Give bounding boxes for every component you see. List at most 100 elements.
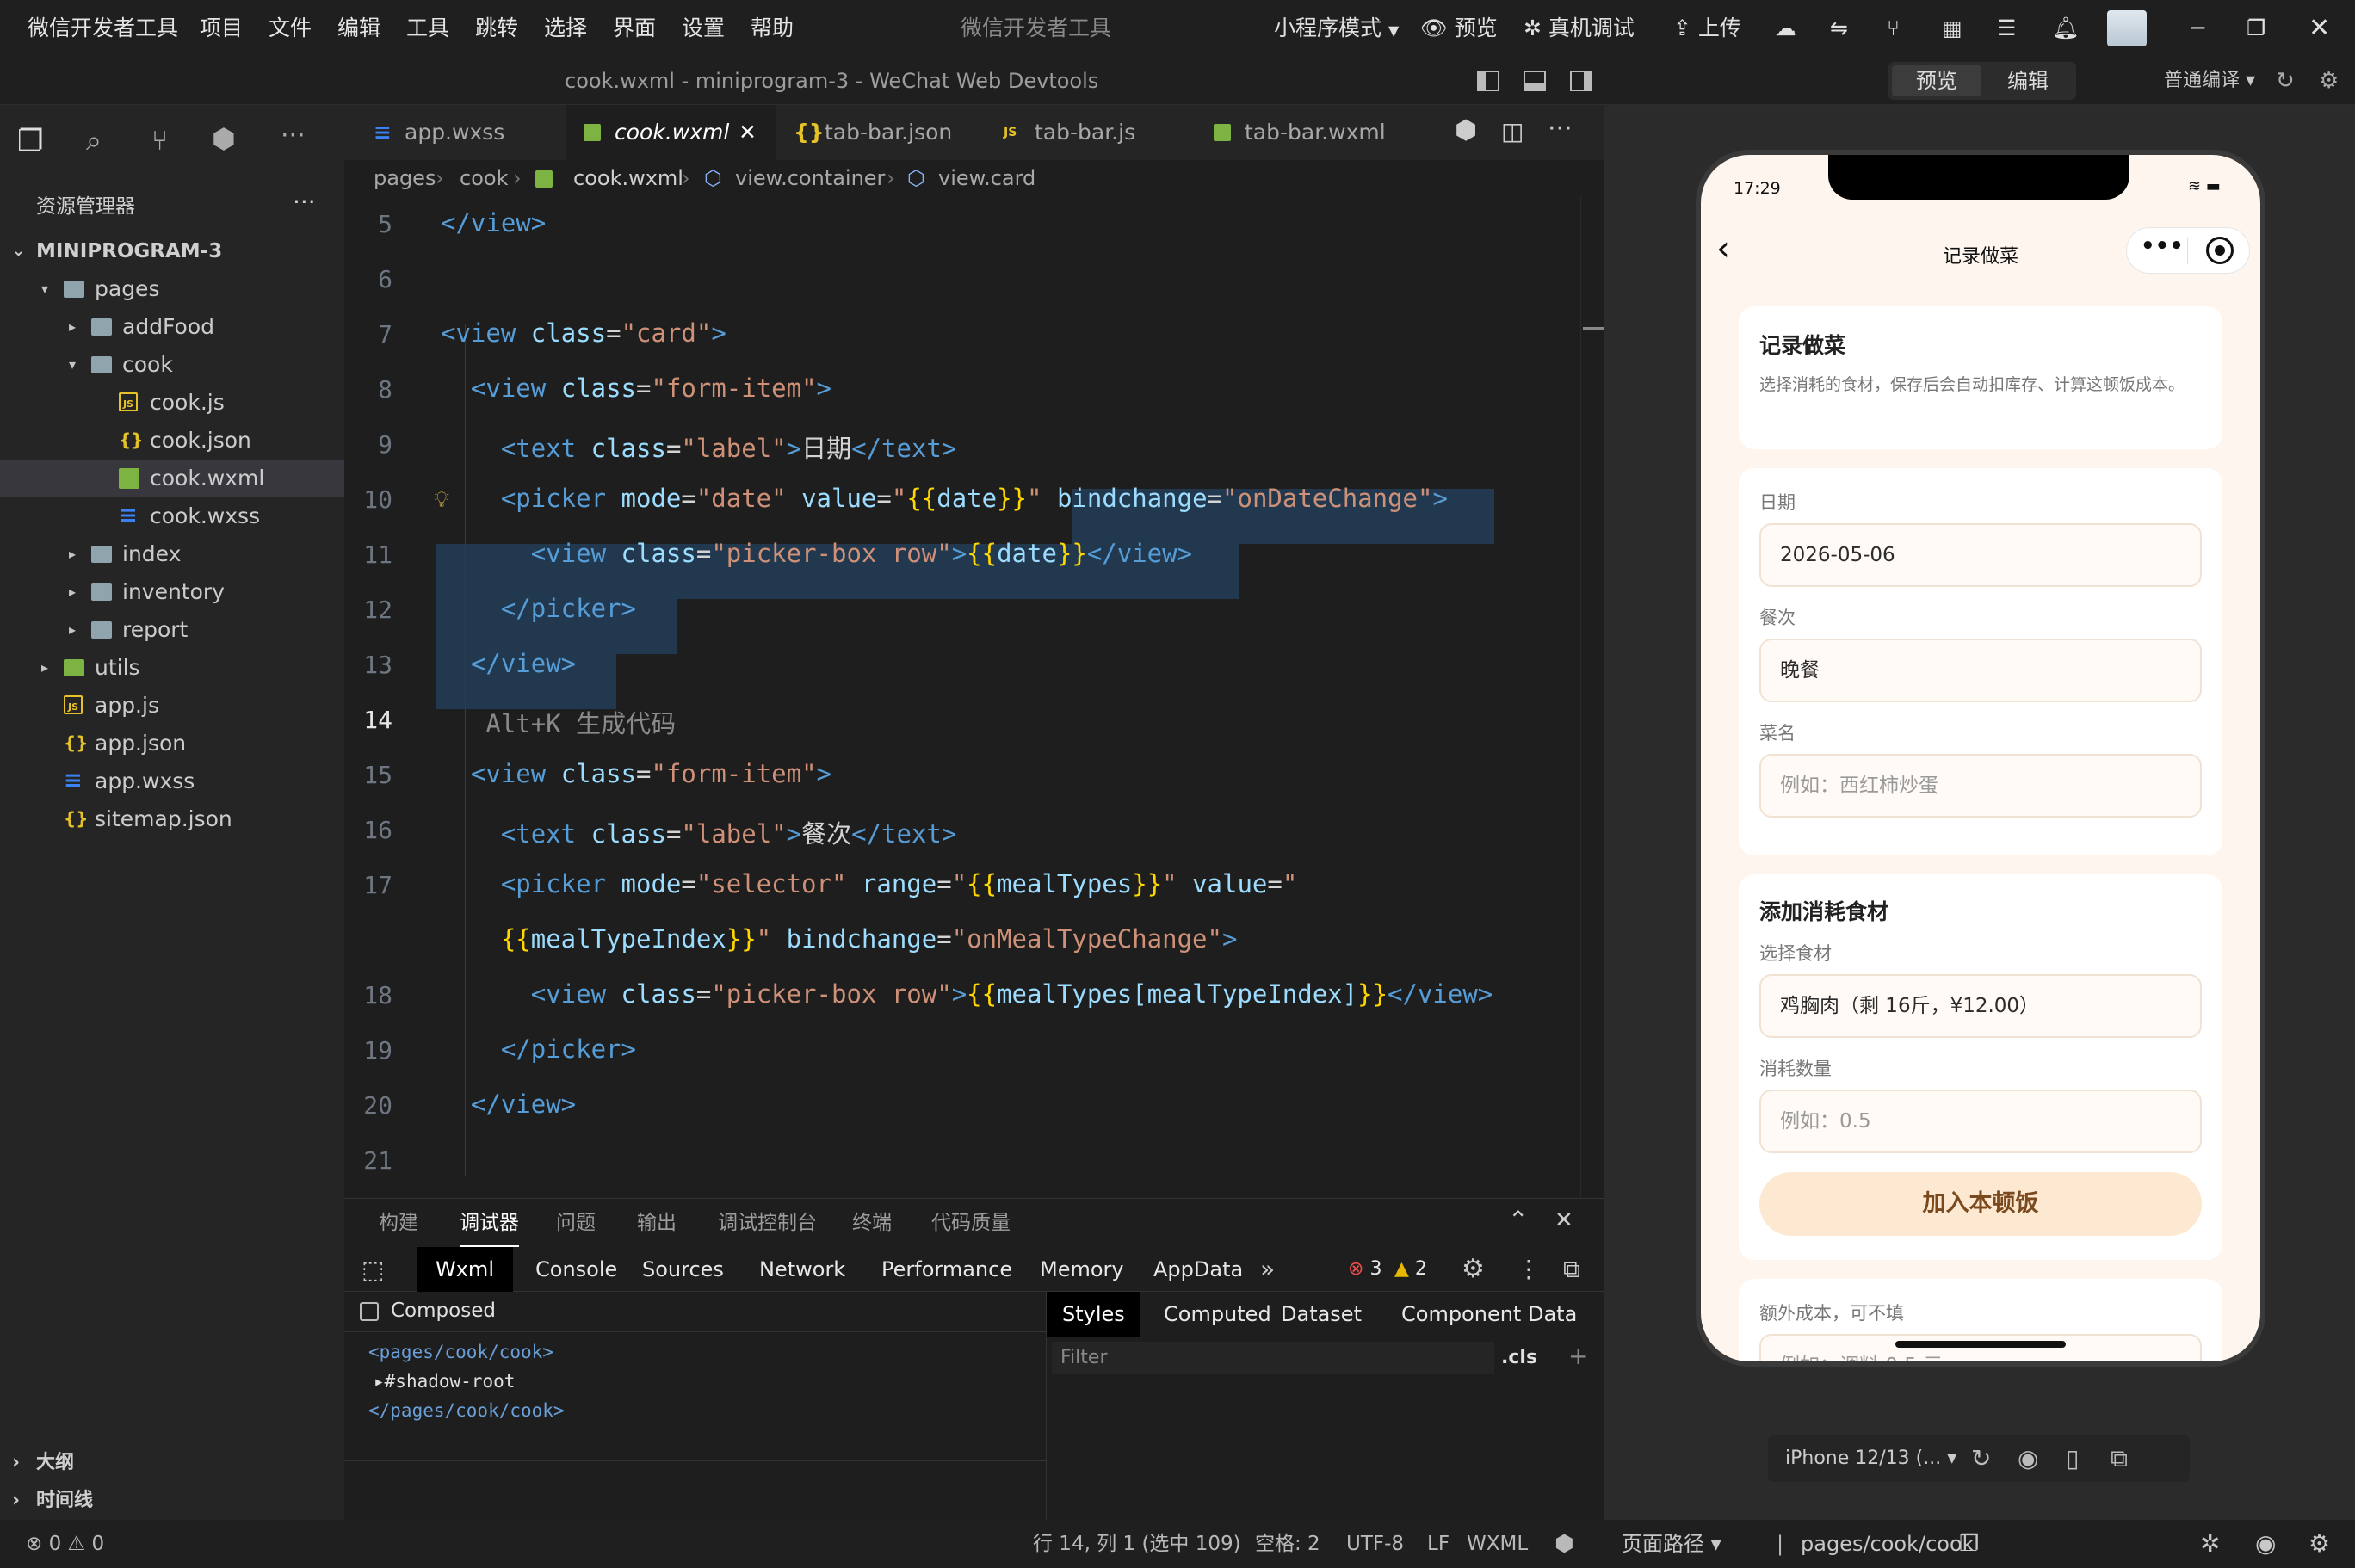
settings-gear-icon[interactable]: ⚙: [2309, 1520, 2330, 1568]
panel-tab[interactable]: 调试器: [460, 1199, 519, 1247]
menu-view[interactable]: 界面: [613, 0, 656, 57]
toggle-secondary-icon[interactable]: [1570, 71, 1592, 91]
edit-tab[interactable]: 编辑: [1983, 65, 2073, 96]
preview-tab[interactable]: 预览: [1892, 65, 1981, 96]
chevron-up-icon[interactable]: ⌃: [1508, 1206, 1528, 1234]
menu-tools[interactable]: 工具: [406, 0, 449, 57]
menu-goto[interactable]: 跳转: [475, 0, 518, 57]
code-line[interactable]: </picker>: [441, 594, 636, 623]
tree-item[interactable]: cook.wxml: [0, 460, 344, 497]
code-line[interactable]: {{mealTypeIndex}}" bindchange="onMealTyp…: [441, 924, 1238, 954]
more-dots-icon[interactable]: •••: [2141, 233, 2184, 259]
breadcrumb-pages[interactable]: pages: [374, 160, 436, 196]
outline-section[interactable]: › 大纲: [0, 1444, 344, 1482]
toggle-sidebar-icon[interactable]: [1477, 71, 1499, 91]
menu-app[interactable]: 微信开发者工具: [28, 0, 178, 57]
more-icon[interactable]: ···: [281, 120, 306, 151]
tree-item[interactable]: {} app.json: [0, 725, 344, 762]
eye-icon[interactable]: ◉: [2255, 1520, 2276, 1568]
filter-input[interactable]: Filter: [1052, 1342, 1494, 1374]
preview-button[interactable]: 👁 预览: [1420, 0, 1498, 57]
code-line[interactable]: <view class="card">: [441, 318, 726, 348]
bug-icon[interactable]: ✲: [2200, 1520, 2220, 1568]
devtools-tab[interactable]: Memory: [1021, 1247, 1143, 1292]
refresh-icon[interactable]: ↻: [2276, 57, 2295, 105]
undock-icon[interactable]: ⧉: [1563, 1247, 1580, 1292]
devtools-tab[interactable]: Network: [740, 1247, 864, 1292]
meal-picker[interactable]: 晚餐: [1759, 639, 2202, 702]
editor-tab[interactable]: cook.wxml ✕: [566, 105, 776, 160]
tree-item[interactable]: ▸ report: [0, 611, 344, 649]
more-actions-icon[interactable]: ···: [1548, 114, 1573, 144]
code-line[interactable]: <view class="picker-box row">{{mealTypes…: [441, 979, 1493, 1009]
files-icon[interactable]: ❐: [17, 124, 43, 158]
inspect-icon[interactable]: ⬚: [362, 1256, 384, 1284]
code-line[interactable]: Alt+K 生成代码: [441, 704, 676, 740]
code-line[interactable]: <picker mode="date" value="{{date}}" bin…: [441, 484, 1448, 513]
devtools-tab[interactable]: Console: [516, 1247, 636, 1292]
mode-dropdown[interactable]: 小程序模式 ▼: [1274, 0, 1399, 57]
editor-tab[interactable]: {} tab-bar.json: [776, 105, 986, 160]
tree-item[interactable]: ▸ index: [0, 535, 344, 573]
tree-item[interactable]: ▸ inventory: [0, 573, 344, 611]
breadcrumb-file[interactable]: cook.wxml: [573, 160, 683, 196]
eol[interactable]: LF: [1427, 1520, 1449, 1568]
styles-tab[interactable]: Dataset: [1265, 1292, 1377, 1337]
menu-settings[interactable]: 设置: [682, 0, 725, 57]
device-debug-button[interactable]: ✲ 真机调试: [1524, 0, 1635, 57]
panel-tab[interactable]: 代码质量: [931, 1199, 1011, 1247]
menu-icon[interactable]: ☰: [1997, 0, 2016, 57]
styles-tab[interactable]: Styles: [1047, 1292, 1140, 1337]
preview-source-icon[interactable]: ⬢: [1455, 115, 1477, 145]
menu-select[interactable]: 选择: [544, 0, 587, 57]
tree-item[interactable]: ▾ cook: [0, 346, 344, 384]
tree-item[interactable]: ▾ pages: [0, 270, 344, 308]
dish-input[interactable]: 例如：西红柿炒蛋: [1759, 754, 2202, 818]
menu-file[interactable]: 文件: [269, 0, 312, 57]
compile-mode-dropdown[interactable]: 普通编译 ▾: [2164, 57, 2255, 105]
code-line[interactable]: <picker mode="selector" range="{{mealTyp…: [441, 869, 1298, 898]
breadcrumb-cook[interactable]: cook: [460, 160, 508, 196]
toggle-panel-icon[interactable]: [1524, 71, 1546, 91]
close-icon[interactable]: ✕: [2309, 0, 2330, 57]
editor-tab[interactable]: JS tab-bar.js: [986, 105, 1196, 160]
composed-checkbox[interactable]: [360, 1302, 379, 1321]
tree-item[interactable]: {} sitemap.json: [0, 800, 344, 838]
timeline-section[interactable]: › 时间线: [0, 1482, 344, 1520]
close-miniprogram-icon[interactable]: [2206, 237, 2234, 264]
editor-tab[interactable]: tab-bar.wxml: [1196, 105, 1406, 160]
device-select[interactable]: iPhone 12/13 (... ▾: [1785, 1435, 1956, 1482]
editor-tab[interactable]: ≡ app.wxss: [356, 105, 566, 160]
menu-help[interactable]: 帮助: [751, 0, 794, 57]
code-editor[interactable]: 💡︎ 5 </view> 6 7 <view class="card"> 8 <view …: [344, 196, 1604, 1198]
tree-item[interactable]: ≡ app.wxss: [0, 762, 344, 800]
devtools-tab[interactable]: Wxml: [417, 1247, 513, 1292]
cls-button[interactable]: .cls: [1501, 1342, 1537, 1374]
maximize-icon[interactable]: ❐: [2247, 0, 2265, 57]
tree-item[interactable]: ▸ addFood: [0, 308, 344, 346]
warning-count[interactable]: ▲ 2: [1394, 1247, 1427, 1292]
tree-item[interactable]: JS app.js: [0, 687, 344, 725]
more-tabs-icon[interactable]: »: [1260, 1247, 1275, 1292]
qty-input[interactable]: 例如：0.5: [1759, 1090, 2202, 1153]
phone-icon[interactable]: ▯: [2066, 1435, 2079, 1482]
split-editor-icon[interactable]: ◫: [1501, 117, 1524, 145]
code-line[interactable]: <text class="label">日期</text>: [441, 429, 956, 465]
breadcrumb-view-container[interactable]: view.container: [735, 160, 885, 196]
food-picker[interactable]: 鸡胸肉（剩 16斤，¥12.00）: [1759, 974, 2202, 1038]
code-line[interactable]: </picker>: [441, 1034, 636, 1064]
add-style-icon[interactable]: +: [1568, 1340, 1588, 1373]
minimize-icon[interactable]: ─: [2191, 0, 2204, 57]
explorer-more-icon[interactable]: ···: [293, 188, 316, 216]
swap-icon[interactable]: ⇋: [1830, 0, 1848, 57]
branch-icon[interactable]: ⑂: [1887, 0, 1900, 57]
extra-input[interactable]: 例如：调料 0.5 元: [1759, 1334, 2202, 1361]
search-icon[interactable]: ⌕: [86, 124, 102, 157]
cloud-icon[interactable]: ☁: [1775, 0, 1796, 57]
page-path-dropdown[interactable]: 页面路径 ▾: [1622, 1520, 1721, 1568]
panel-tab[interactable]: 调试控制台: [718, 1199, 817, 1247]
copy-icon[interactable]: ❐: [1959, 1520, 1979, 1568]
close-panel-icon[interactable]: ✕: [1555, 1207, 1573, 1233]
dom-shadow-root[interactable]: ▸#shadow-root: [374, 1371, 515, 1392]
menu-edit[interactable]: 编辑: [337, 0, 380, 57]
